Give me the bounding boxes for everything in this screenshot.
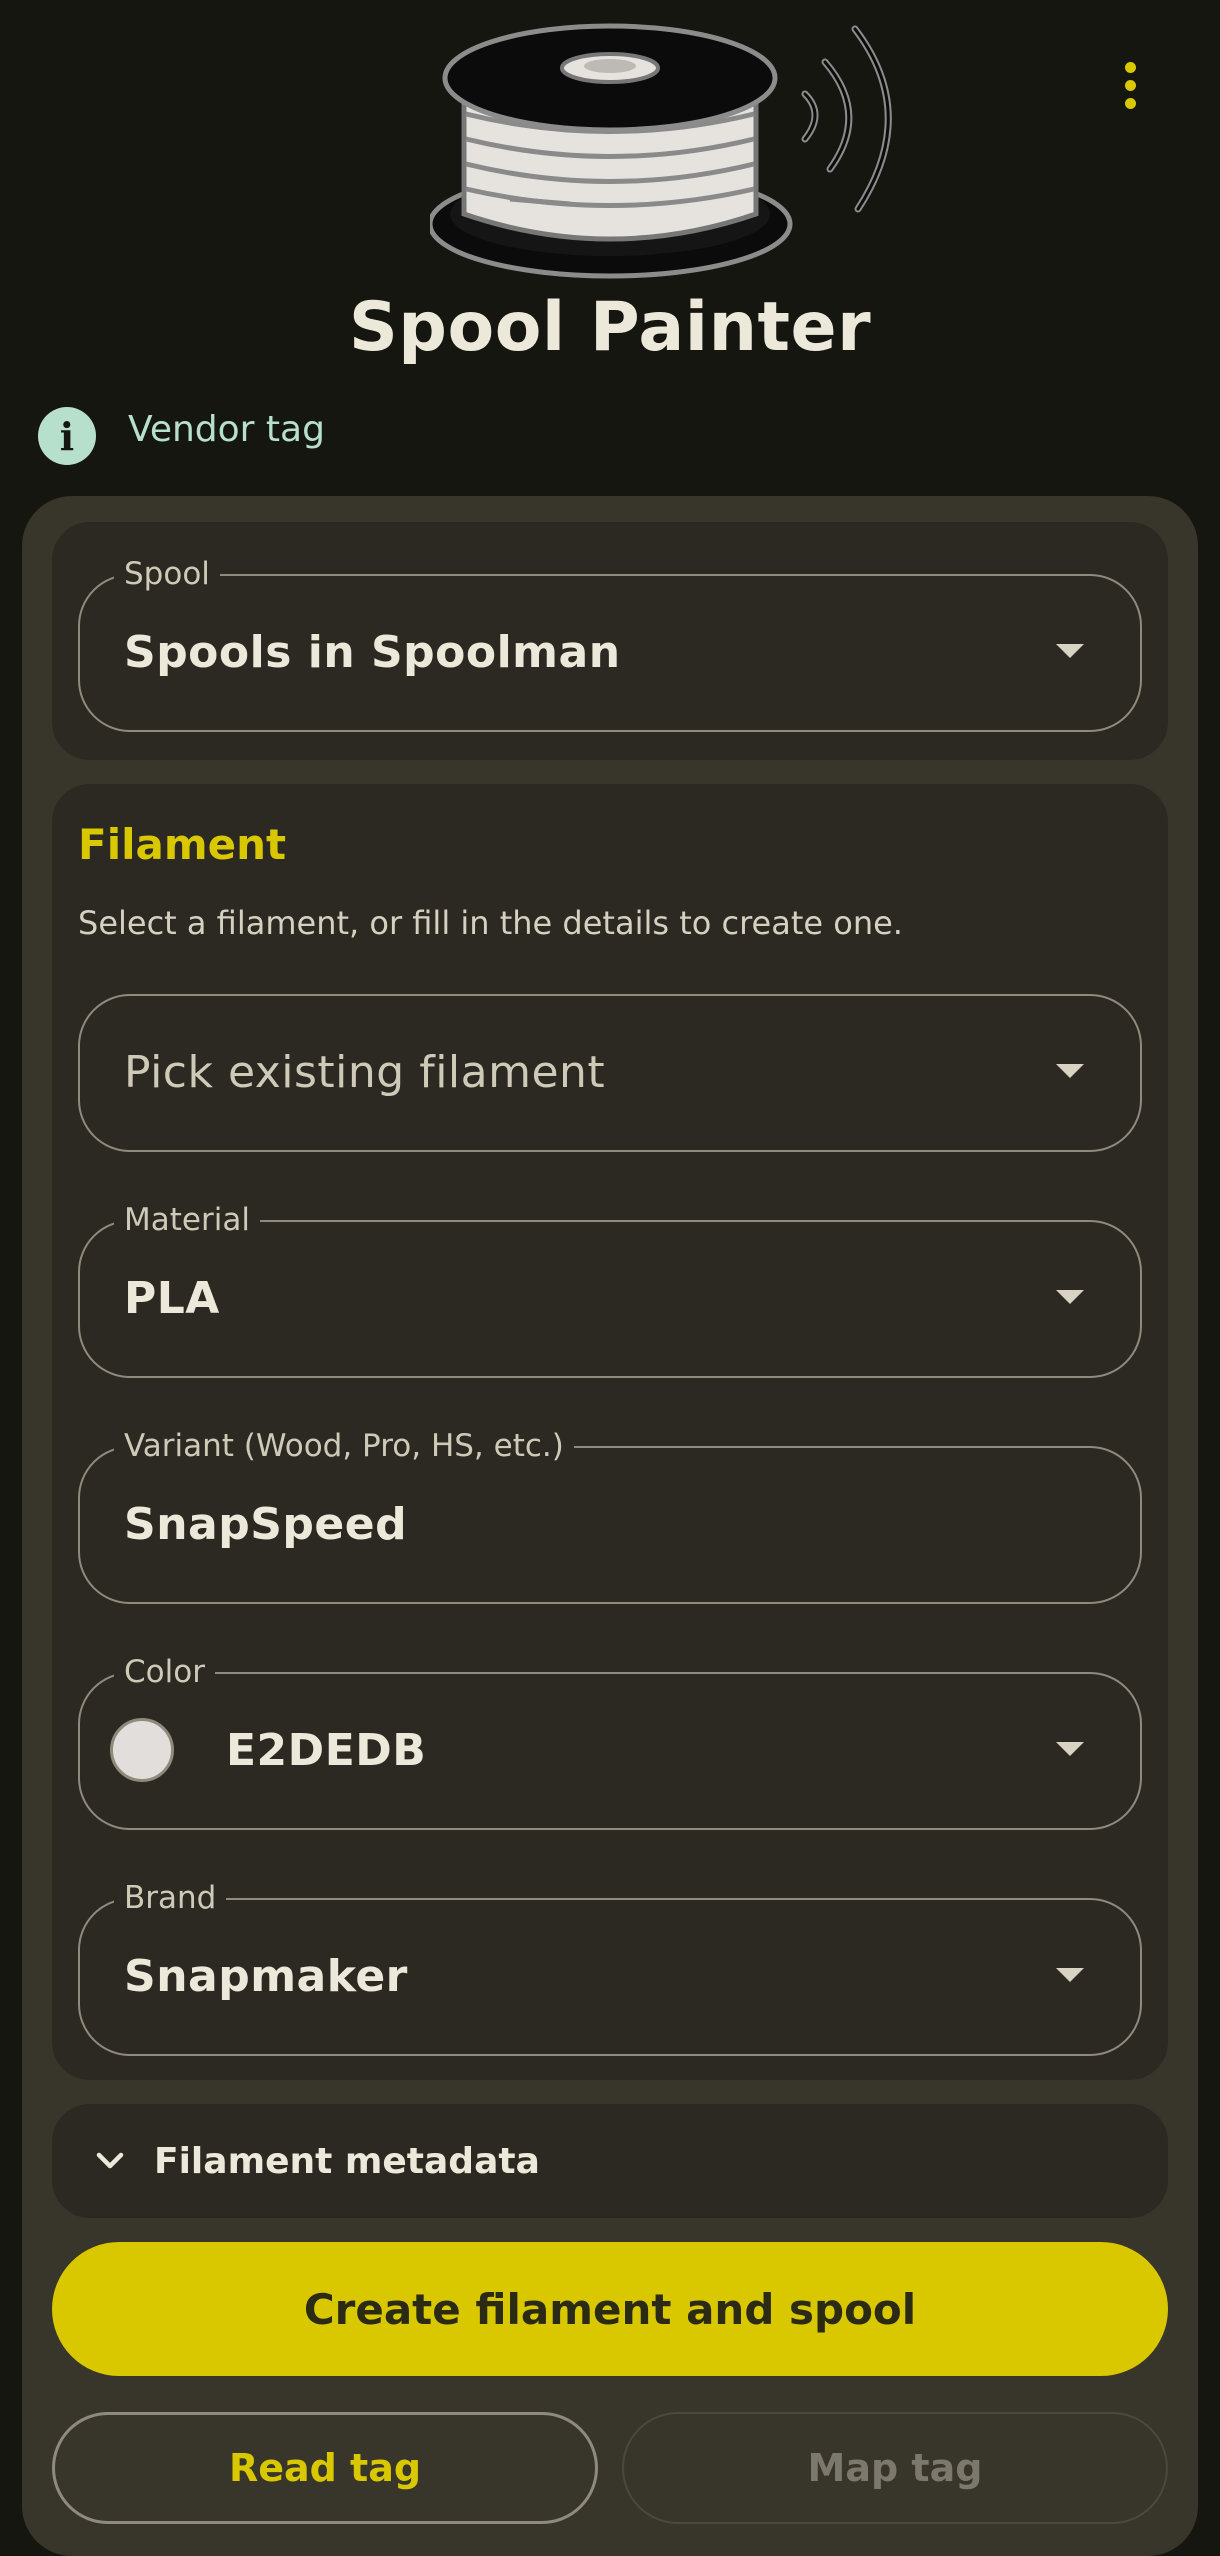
dropdown-arrow-icon bbox=[1056, 1290, 1084, 1304]
spool-logo-icon bbox=[430, 23, 892, 279]
info-icon: i bbox=[38, 407, 96, 465]
dropdown-arrow-icon bbox=[1056, 1064, 1084, 1078]
spool-select[interactable]: Spool Spools in Spoolman bbox=[78, 554, 1142, 732]
app-title: Spool Painter bbox=[348, 288, 872, 367]
color-swatch bbox=[110, 1718, 174, 1782]
color-label: Color bbox=[114, 1652, 215, 1692]
variant-field[interactable]: Variant (Wood, Pro, HS, etc.) SnapSpeed bbox=[78, 1426, 1142, 1604]
more-menu-button[interactable] bbox=[1110, 55, 1150, 115]
read-tag-button[interactable]: Read tag bbox=[52, 2412, 598, 2524]
color-value: E2DEDB bbox=[226, 1725, 427, 1776]
chevron-down-icon bbox=[92, 2143, 128, 2179]
brand-value: Snapmaker bbox=[124, 1951, 408, 2002]
filament-metadata-expander[interactable]: Filament metadata bbox=[52, 2104, 1168, 2218]
dropdown-arrow-icon bbox=[1056, 644, 1084, 658]
app-header: Spool Painter bbox=[0, 0, 1220, 380]
dropdown-arrow-icon bbox=[1056, 1968, 1084, 1982]
vendor-tag-row[interactable]: i Vendor tag bbox=[38, 406, 325, 466]
dropdown-arrow-icon bbox=[1056, 1742, 1084, 1756]
map-tag-button[interactable]: Map tag bbox=[622, 2412, 1168, 2524]
variant-value: SnapSpeed bbox=[124, 1499, 408, 1550]
dot-icon bbox=[1124, 79, 1136, 91]
color-select[interactable]: Color E2DEDB bbox=[78, 1652, 1142, 1830]
material-select[interactable]: Material PLA bbox=[78, 1200, 1142, 1378]
dot-icon bbox=[1124, 97, 1136, 109]
create-filament-spool-button[interactable]: Create filament and spool bbox=[52, 2242, 1168, 2376]
filament-description: Select a filament, or fill in the detail… bbox=[78, 904, 903, 942]
dot-icon bbox=[1124, 61, 1136, 73]
vendor-tag-label: Vendor tag bbox=[128, 408, 325, 450]
material-value: PLA bbox=[124, 1273, 220, 1324]
spool-value: Spools in Spoolman bbox=[124, 627, 621, 678]
filament-metadata-label: Filament metadata bbox=[154, 2140, 540, 2182]
filament-section-title: Filament bbox=[78, 820, 287, 869]
pick-filament-select[interactable]: Pick existing filament bbox=[78, 994, 1142, 1152]
pick-filament-placeholder: Pick existing filament bbox=[124, 1047, 606, 1098]
brand-select[interactable]: Brand Snapmaker bbox=[78, 1878, 1142, 2056]
